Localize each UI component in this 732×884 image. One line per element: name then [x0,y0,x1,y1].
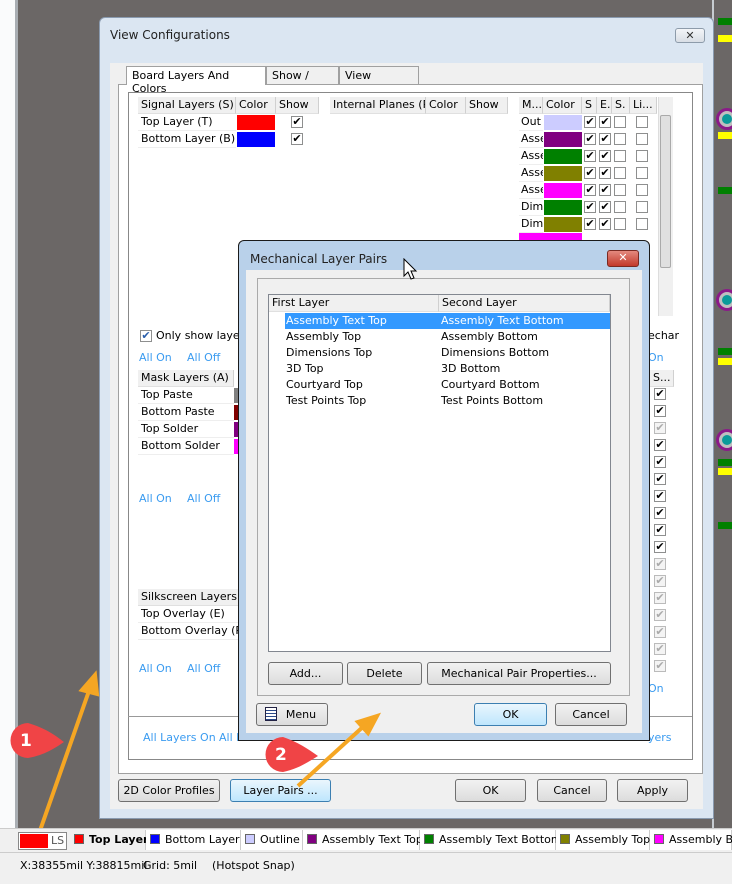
layer-color-icon [150,834,160,844]
tab-board-layers[interactable]: Board Layers And Colors [126,66,266,95]
badge-1: 1 [20,731,32,751]
layer-tab-label: Assembly Top [575,833,651,846]
snap-mode: (Hotspot Snap) [212,859,295,872]
layer-color-icon [424,834,434,844]
badge-2-shape [265,737,318,772]
grid-size: Grid: 5mil [143,859,198,872]
layer-tab-label: Assembly Text Top [322,833,423,846]
ls-label: LS [51,834,65,847]
layer-tab-label: Top Layer [89,833,149,846]
arrow-1 [34,687,92,843]
badge-1-shape [10,723,64,758]
layer-tab[interactable]: Assembly Text Bottom [420,830,562,850]
layer-color-icon [654,834,664,844]
layer-tab[interactable]: Assembly Text Top [303,830,423,850]
layer-tab-label: Assembly Bo [669,833,732,846]
annotation-arrows [10,670,382,843]
current-layer-indicator[interactable]: LS [18,832,67,850]
badge-2: 2 [275,745,287,765]
current-layer-swatch [20,834,48,848]
layer-tab[interactable]: Outline [241,830,303,850]
layer-tab[interactable]: Bottom Layer [146,830,241,850]
arrow-1-head [78,670,100,697]
layer-color-icon [560,834,570,844]
coordinates: X:38355mil Y:38815mil [20,859,148,872]
layer-tab-label: Assembly Text Bottom [439,833,562,846]
divider [0,852,732,853]
layer-tab-label: Outline [260,833,300,846]
layer-color-icon [74,834,84,844]
layer-tab[interactable]: Assembly Bo [650,830,732,850]
layer-color-icon [245,834,255,844]
layer-tab-label: Bottom Layer [165,833,240,846]
layer-tab[interactable]: Top Layer [70,830,149,850]
layer-color-icon [307,834,317,844]
layer-tab[interactable]: Assembly Top [556,830,650,850]
